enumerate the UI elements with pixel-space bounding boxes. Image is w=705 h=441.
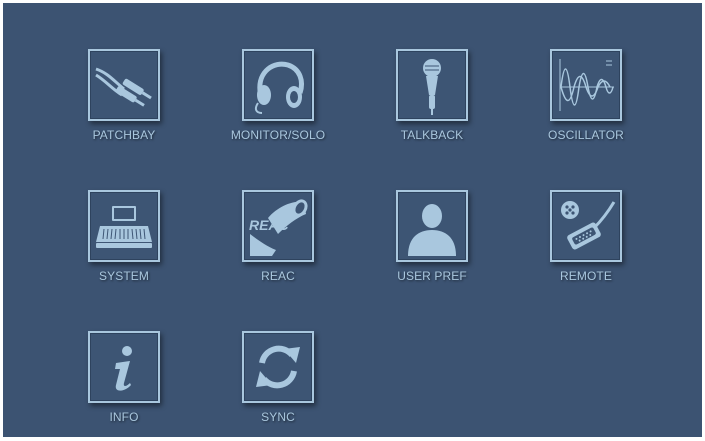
sync-icon-frame [242, 331, 314, 403]
console-icon [96, 206, 152, 248]
main-menu-screen: PATCHBAY MONITOR/SOLO TALKBACK OSCILLATO… [3, 3, 702, 437]
reac-icon-frame: REAC [242, 190, 314, 262]
monitor-solo-label: MONITOR/SOLO [230, 128, 326, 142]
patchbay-icon-frame [88, 49, 160, 121]
system-button[interactable]: SYSTEM [59, 190, 189, 300]
oscillator-icon-frame [550, 49, 622, 121]
oscillator-label: OSCILLATOR [548, 128, 624, 142]
user-pref-button[interactable]: USER PREF [367, 190, 497, 300]
patchbay-button[interactable]: PATCHBAY [59, 49, 189, 159]
remote-label: REMOTE [560, 269, 612, 283]
info-button[interactable]: INFO [59, 331, 189, 441]
microphone-icon [423, 59, 441, 115]
oscillator-button[interactable]: OSCILLATOR [521, 49, 651, 159]
waveform-icon [559, 59, 614, 111]
patchbay-label: PATCHBAY [92, 128, 156, 142]
serial-connector-icon [561, 201, 616, 250]
info-icon [115, 346, 132, 391]
sync-button[interactable]: SYNC [213, 331, 343, 441]
reac-button[interactable]: REAC REAC [213, 190, 343, 300]
reac-label: REAC [261, 269, 295, 283]
patch-cable-icon [95, 67, 152, 107]
monitor-solo-icon-frame [242, 49, 314, 121]
sync-label: SYNC [261, 410, 295, 424]
user-icon [408, 204, 456, 256]
remote-icon-frame [550, 190, 622, 262]
info-icon-frame [88, 331, 160, 403]
user-pref-label: USER PREF [397, 269, 467, 283]
talkback-label: TALKBACK [400, 128, 464, 142]
remote-button[interactable]: REMOTE [521, 190, 651, 300]
reac-connector-icon: REAC [249, 199, 308, 256]
monitor-solo-button[interactable]: MONITOR/SOLO [213, 49, 343, 159]
talkback-icon-frame [396, 49, 468, 121]
headphones-icon [254, 61, 304, 114]
system-label: SYSTEM [99, 269, 149, 283]
sync-icon [256, 345, 300, 389]
system-icon-frame [88, 190, 160, 262]
reac-logo-text: REAC [249, 217, 290, 233]
user-pref-icon-frame [396, 190, 468, 262]
info-label: INFO [109, 410, 139, 424]
talkback-button[interactable]: TALKBACK [367, 49, 497, 159]
